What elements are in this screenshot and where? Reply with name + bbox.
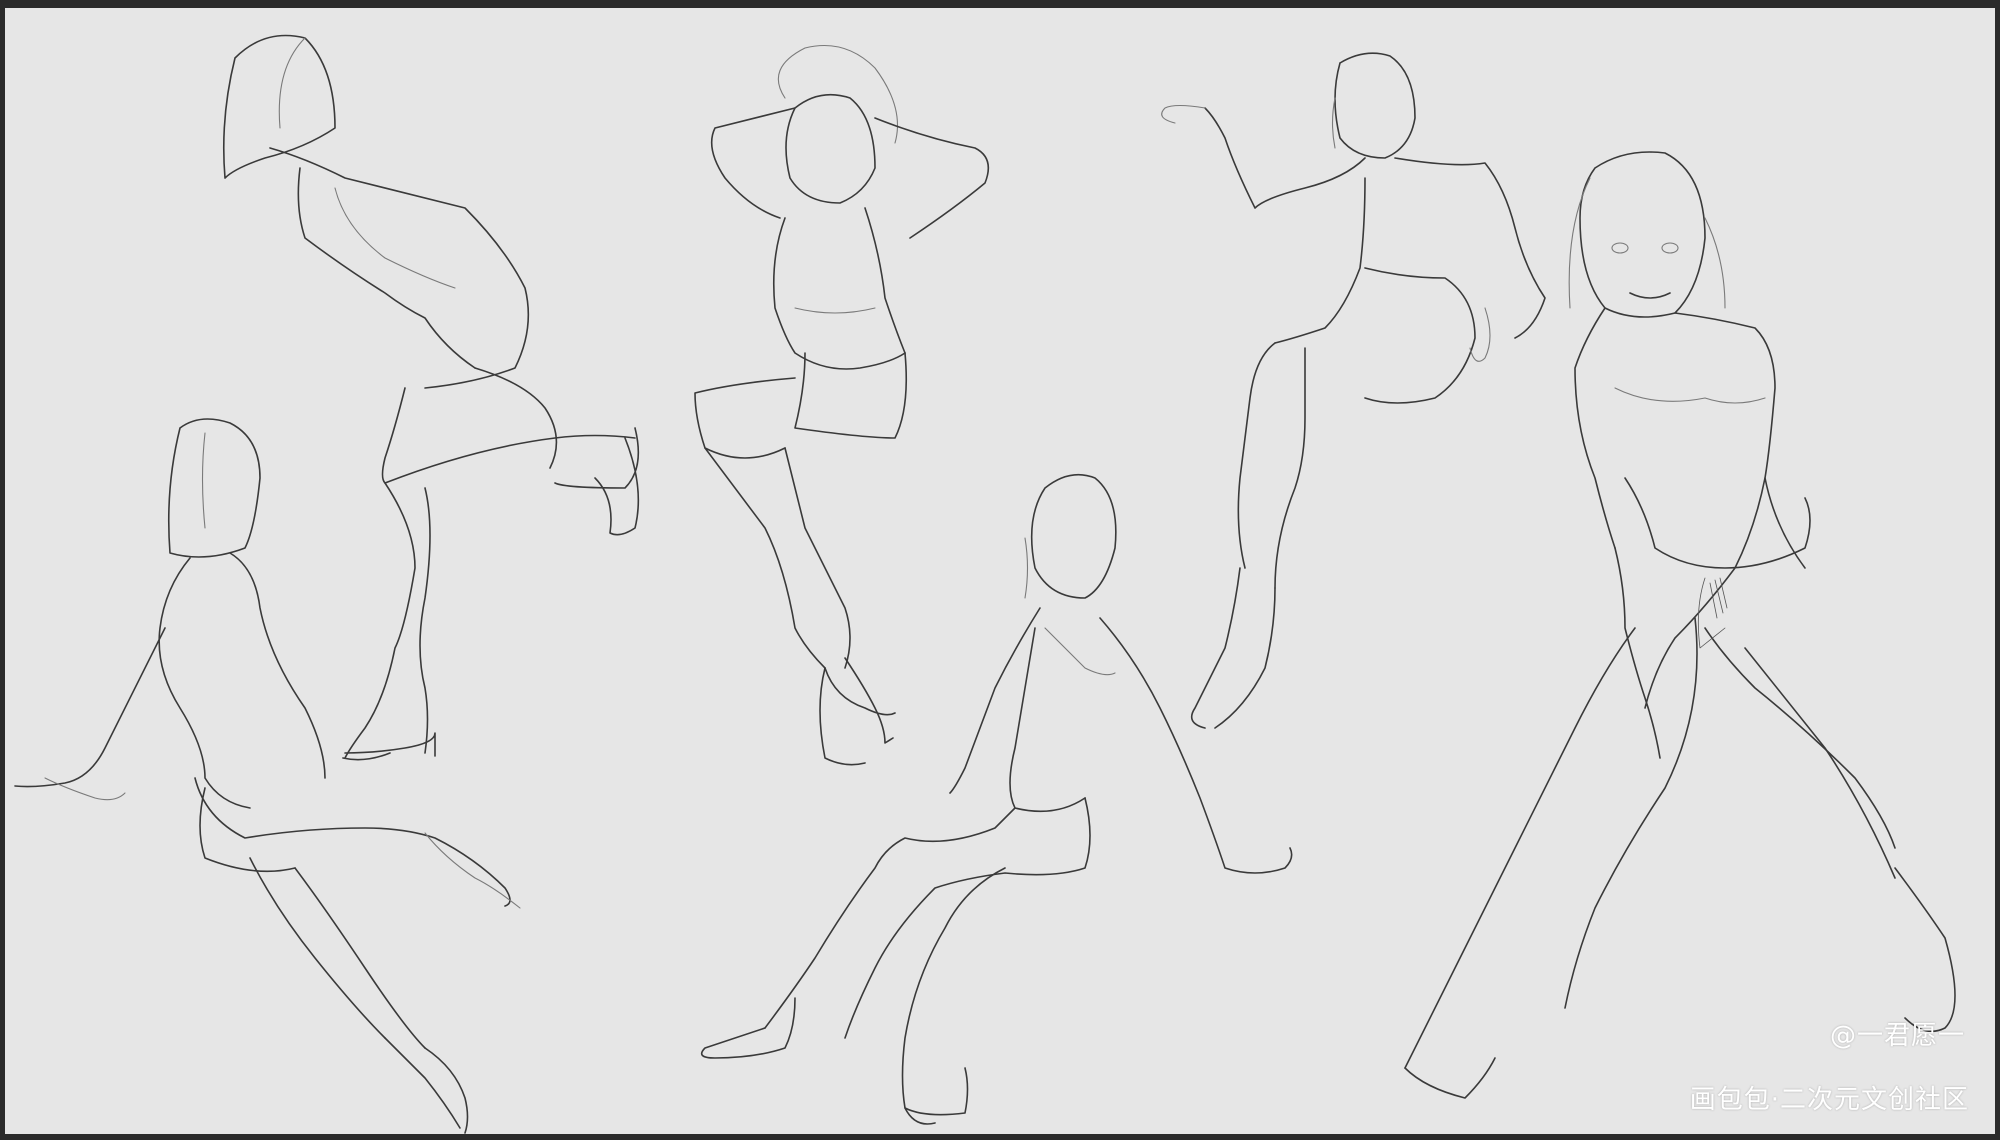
image-frame: @一君愿一 画包包·二次元文创社区 [0, 0, 2000, 1140]
figure-leaning-kick [222, 34, 640, 761]
figure-seated-center [700, 473, 1293, 1125]
watermark-site: 画包包·二次元文创社区 [1689, 1085, 1969, 1115]
sketch-canvas: @一君愿一 画包包·二次元文创社区 [5, 8, 1995, 1134]
watermark-handle: @一君愿一 [1829, 1021, 1965, 1051]
figure-reclining-left [14, 418, 521, 1134]
sketch-drawing [14, 34, 1956, 1134]
figure-standing-smiling [1404, 151, 1956, 1099]
figure-arms-overhead [694, 44, 990, 766]
figure-reclining-right [1161, 52, 1546, 729]
